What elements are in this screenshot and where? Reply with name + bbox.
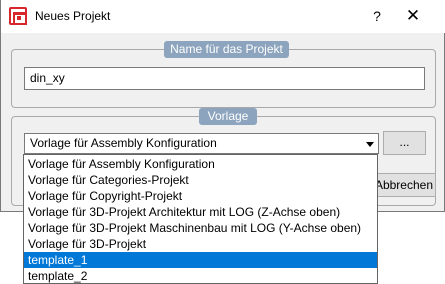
template-select-value: Vorlage für Assembly Konfiguration	[30, 136, 217, 150]
template-select[interactable]: Vorlage für Assembly Konfiguration	[24, 133, 379, 154]
title-bar[interactable]: Neues Projekt ? ✕	[1, 0, 445, 33]
help-button[interactable]: ?	[365, 6, 389, 26]
dropdown-option[interactable]: Vorlage für Categories-Projekt	[24, 172, 377, 188]
close-button[interactable]: ✕	[401, 4, 425, 28]
app-icon	[9, 7, 27, 25]
dropdown-option[interactable]: Vorlage für 3D-Projekt Architektur mit L…	[24, 204, 377, 220]
dropdown-option[interactable]: template_2	[24, 268, 377, 284]
template-group-legend: Vorlage	[199, 108, 257, 125]
browse-template-button[interactable]: ...	[383, 131, 426, 155]
chevron-down-icon[interactable]	[366, 142, 374, 147]
dropdown-option[interactable]: Vorlage für 3D-Projekt	[24, 236, 377, 252]
cancel-button[interactable]: Abbrechen	[371, 173, 436, 197]
dropdown-option-highlighted[interactable]: template_1	[24, 252, 377, 268]
project-name-input[interactable]: din_xy	[24, 67, 425, 90]
dropdown-option[interactable]: Vorlage für Assembly Konfiguration	[24, 156, 377, 172]
dropdown-option[interactable]: Vorlage für 3D-Projekt Maschinenbau mit …	[24, 220, 377, 236]
template-dropdown-list: Vorlage für Assembly Konfiguration Vorla…	[23, 154, 378, 284]
name-group-legend: Name für das Projekt	[164, 41, 289, 58]
dropdown-option[interactable]: Vorlage für Copyright-Projekt	[24, 188, 377, 204]
window-title: Neues Projekt	[35, 9, 111, 23]
